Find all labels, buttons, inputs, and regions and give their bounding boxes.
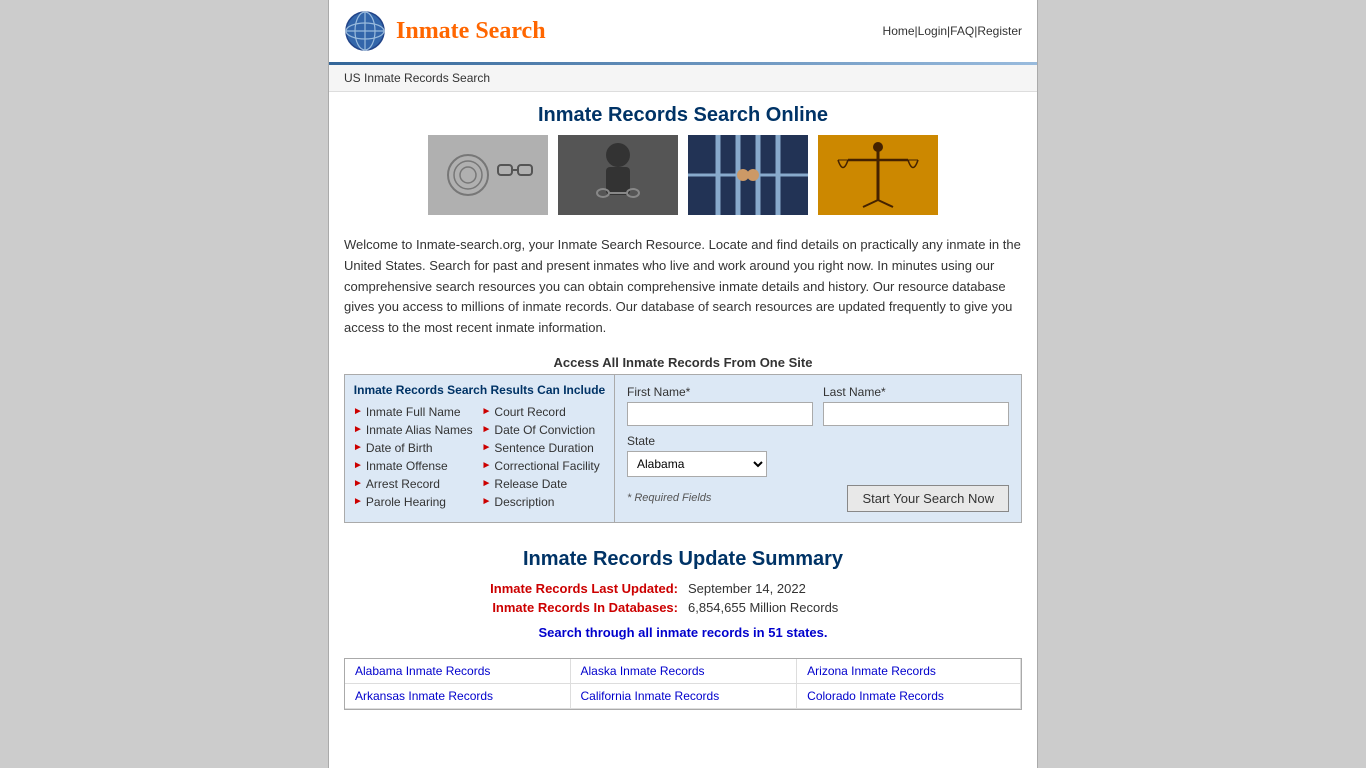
logo-area: Inmate Search	[344, 10, 546, 52]
state-record-cell[interactable]: Colorado Inmate Records	[797, 683, 1021, 708]
field-item: ►Date Of Conviction	[482, 423, 607, 437]
in-databases-label: Inmate Records In Databases:	[458, 600, 678, 615]
state-record-cell[interactable]: Alabama Inmate Records	[345, 659, 570, 684]
site-title: Inmate Search	[396, 18, 546, 45]
arrow-icon: ►	[353, 406, 363, 417]
right-panel: First Name* Last Name* State AlabamaAlas…	[615, 375, 1021, 522]
last-updated-value: September 14, 2022	[688, 581, 908, 596]
field-item: ►Parole Hearing	[353, 495, 478, 509]
nav-register[interactable]: Register	[977, 24, 1022, 38]
field-item: ►Court Record	[482, 405, 607, 419]
last-updated-row: Inmate Records Last Updated: September 1…	[344, 581, 1022, 596]
form-state-row: State AlabamaAlaskaArizonaArkansasCalifo…	[627, 434, 1009, 477]
search-button[interactable]: Start Your Search Now	[847, 485, 1009, 512]
states-table: Alabama Inmate RecordsAlaska Inmate Reco…	[344, 658, 1022, 710]
last-name-input[interactable]	[823, 402, 1009, 426]
arrow-icon: ►	[482, 424, 492, 435]
state-record-cell[interactable]: Alaska Inmate Records	[570, 659, 797, 684]
states-records-table: Alabama Inmate RecordsAlaska Inmate Reco…	[345, 659, 1021, 709]
header: Inmate Search Home|Login|FAQ|Register	[329, 0, 1037, 62]
required-note: * Required Fields	[627, 492, 711, 504]
arrow-icon: ►	[482, 460, 492, 471]
in-databases-row: Inmate Records In Databases: 6,854,655 M…	[344, 600, 1022, 615]
arrow-icon: ►	[353, 496, 363, 507]
arrow-icon: ►	[482, 406, 492, 417]
breadcrumb: US Inmate Records Search	[329, 65, 1037, 92]
field-item: ►Date of Birth	[353, 441, 478, 455]
access-line: Access All Inmate Records From One Site	[329, 349, 1037, 374]
form-bottom-row: * Required Fields Start Your Search Now	[627, 485, 1009, 512]
state-record-cell[interactable]: California Inmate Records	[570, 683, 797, 708]
field-item: ►Inmate Offense	[353, 459, 478, 473]
first-name-label: First Name*	[627, 385, 813, 399]
nav-home[interactable]: Home	[883, 24, 915, 38]
nav-faq[interactable]: FAQ	[950, 24, 974, 38]
arrow-icon: ►	[353, 424, 363, 435]
arrow-icon: ►	[353, 478, 363, 489]
arrow-icon: ►	[482, 442, 492, 453]
first-name-group: First Name*	[627, 385, 813, 426]
arrow-icon: ►	[482, 478, 492, 489]
arrow-icon: ►	[353, 442, 363, 453]
globe-icon	[344, 10, 386, 52]
field-item: ►Inmate Full Name	[353, 405, 478, 419]
search-states-link[interactable]: Search through all inmate records in 51 …	[344, 625, 1022, 640]
form-name-row: First Name* Last Name*	[627, 385, 1009, 426]
description: Welcome to Inmate-search.org, your Inmat…	[329, 225, 1037, 349]
update-title: Inmate Records Update Summary	[344, 548, 1022, 571]
images-row	[329, 135, 1037, 225]
field-item: ►Inmate Alias Names	[353, 423, 478, 437]
last-name-group: Last Name*	[823, 385, 1009, 426]
state-record-cell[interactable]: Arizona Inmate Records	[797, 659, 1021, 684]
update-summary: Inmate Records Update Summary Inmate Rec…	[329, 533, 1037, 658]
field-item: ►Arrest Record	[353, 477, 478, 491]
left-panel: Inmate Records Search Results Can Includ…	[345, 375, 615, 522]
photo-arrest	[558, 135, 678, 215]
state-select[interactable]: AlabamaAlaskaArizonaArkansasCaliforniaCo…	[627, 451, 767, 477]
nav-login[interactable]: Login	[918, 24, 947, 38]
in-databases-value: 6,854,655 Million Records	[688, 600, 908, 615]
search-section: Inmate Records Search Results Can Includ…	[344, 374, 1022, 523]
last-name-label: Last Name*	[823, 385, 1009, 399]
state-record-cell[interactable]: Arkansas Inmate Records	[345, 683, 570, 708]
arrow-icon: ►	[482, 496, 492, 507]
arrow-icon: ►	[353, 460, 363, 471]
first-name-input[interactable]	[627, 402, 813, 426]
photo-handcuffs	[428, 135, 548, 215]
photo-justice	[818, 135, 938, 215]
field-list: ►Inmate Full Name ►Court Record ►Inmate Al…	[353, 405, 606, 509]
photo-bars	[688, 135, 808, 215]
nav-links: Home|Login|FAQ|Register	[883, 24, 1022, 38]
left-panel-title: Inmate Records Search Results Can Includ…	[353, 383, 606, 397]
last-updated-label: Inmate Records Last Updated:	[458, 581, 678, 596]
state-group: State AlabamaAlaskaArizonaArkansasCalifo…	[627, 434, 1009, 477]
field-item: ►Correctional Facility	[482, 459, 607, 473]
state-label: State	[627, 434, 1009, 448]
field-item: ►Description	[482, 495, 607, 509]
field-item: ►Release Date	[482, 477, 607, 491]
page-title: Inmate Records Search Online	[329, 92, 1037, 135]
field-item: ►Sentence Duration	[482, 441, 607, 455]
